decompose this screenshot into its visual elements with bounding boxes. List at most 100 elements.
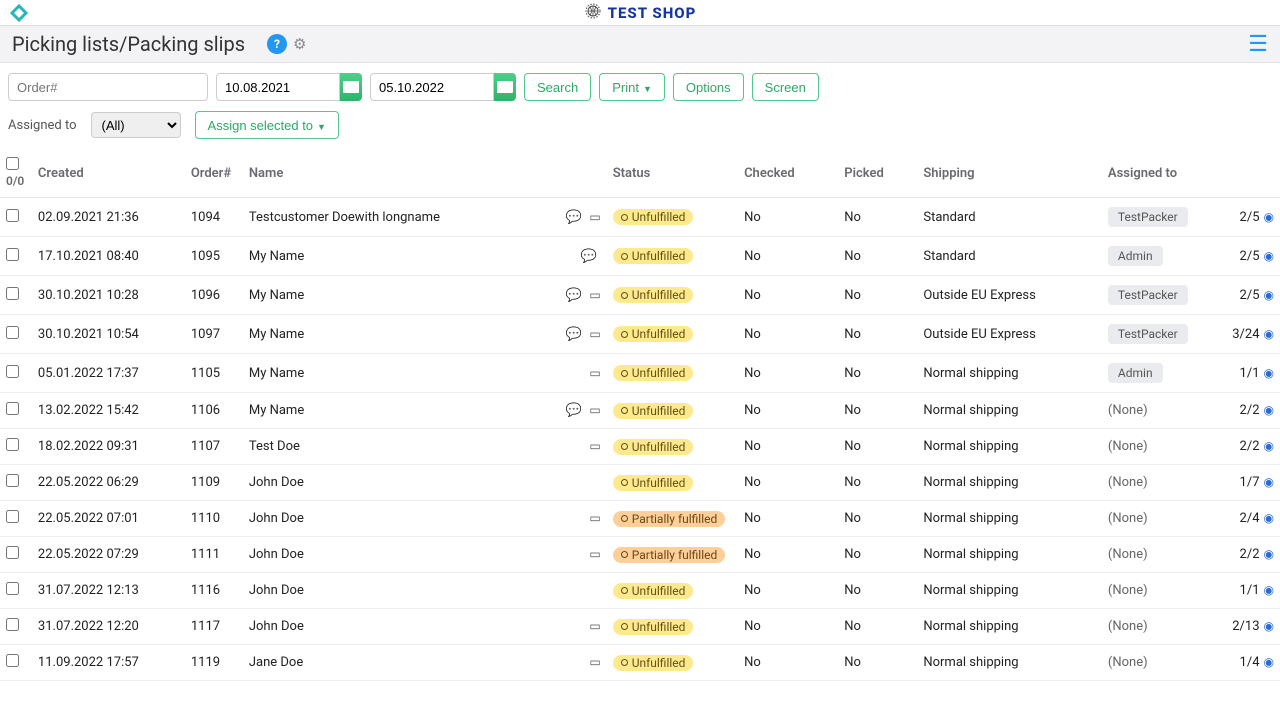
table-row[interactable]: 22.05.2022 07:29 1111 John Doe ▭ Partial…: [0, 537, 1280, 573]
comment-icon[interactable]: 💬: [581, 249, 597, 264]
table-row[interactable]: 17.10.2021 08:40 1095 My Name 💬 Unfulfil…: [0, 237, 1280, 276]
date-from-input[interactable]: [216, 73, 340, 101]
note-icon[interactable]: ▭: [589, 288, 600, 302]
assigned-none: (None): [1108, 547, 1148, 562]
select-all-checkbox[interactable]: [6, 157, 19, 170]
assigned-none: (None): [1108, 655, 1148, 670]
cell-checked: No: [738, 573, 838, 609]
status-pill: Unfulfilled: [613, 326, 694, 342]
note-icon[interactable]: ▭: [589, 403, 600, 417]
header-order[interactable]: Order#: [185, 149, 243, 198]
table-row[interactable]: 02.09.2021 21:36 1094 Testcustomer Doewi…: [0, 198, 1280, 237]
note-icon[interactable]: ▭: [589, 655, 600, 669]
header-assigned[interactable]: Assigned to: [1102, 149, 1223, 198]
header-checked[interactable]: Checked: [738, 149, 838, 198]
row-checkbox[interactable]: [6, 474, 19, 487]
header-shipping[interactable]: Shipping: [917, 149, 1102, 198]
table-row[interactable]: 30.10.2021 10:28 1096 My Name 💬 ▭ Unfulf…: [0, 276, 1280, 315]
search-button[interactable]: Search: [524, 73, 591, 101]
calendar-from-icon[interactable]: [340, 73, 362, 101]
cell-checked: No: [738, 465, 838, 501]
header-status[interactable]: Status: [607, 149, 738, 198]
table-row[interactable]: 22.05.2022 07:01 1110 John Doe ▭ Partial…: [0, 501, 1280, 537]
app-logo-icon[interactable]: [8, 4, 30, 26]
table-row[interactable]: 11.09.2022 17:57 1119 Jane Doe ▭ Unfulfi…: [0, 645, 1280, 681]
cell-name: John Doe: [243, 537, 559, 573]
eye-icon[interactable]: ◉: [1264, 547, 1274, 561]
cell-checked: No: [738, 429, 838, 465]
table-row[interactable]: 31.07.2022 12:13 1116 John Doe Unfulfill…: [0, 573, 1280, 609]
status-pill: Unfulfilled: [613, 439, 694, 455]
comment-icon[interactable]: 💬: [566, 403, 582, 418]
comment-icon[interactable]: 💬: [566, 210, 582, 225]
assigned-none: (None): [1108, 619, 1148, 634]
note-icon[interactable]: ▭: [589, 511, 600, 525]
row-checkbox[interactable]: [6, 618, 19, 631]
cell-name: Jane Doe: [243, 645, 559, 681]
cell-picked: No: [838, 429, 917, 465]
assigned-to-label: Assigned to: [8, 118, 77, 133]
eye-icon[interactable]: ◉: [1264, 249, 1274, 263]
row-checkbox[interactable]: [6, 546, 19, 559]
note-icon[interactable]: ▭: [589, 619, 600, 633]
note-icon[interactable]: ▭: [589, 366, 600, 380]
gear-icon[interactable]: ⚙: [293, 35, 306, 53]
note-icon[interactable]: ▭: [589, 327, 600, 341]
eye-icon[interactable]: ◉: [1264, 583, 1274, 597]
row-checkbox[interactable]: [6, 287, 19, 300]
row-checkbox[interactable]: [6, 326, 19, 339]
cell-created: 22.05.2022 07:29: [32, 537, 185, 573]
row-checkbox[interactable]: [6, 582, 19, 595]
print-button[interactable]: Print▼: [599, 73, 665, 101]
eye-icon[interactable]: ◉: [1264, 288, 1274, 302]
comment-icon[interactable]: 💬: [566, 288, 582, 303]
ratio-text: 2/5: [1240, 249, 1260, 264]
row-checkbox[interactable]: [6, 209, 19, 222]
row-checkbox[interactable]: [6, 248, 19, 261]
header-created[interactable]: Created: [32, 149, 185, 198]
cell-name: Test Doe: [243, 429, 559, 465]
eye-icon[interactable]: ◉: [1264, 403, 1274, 417]
eye-icon[interactable]: ◉: [1264, 655, 1274, 669]
options-button[interactable]: Options: [673, 73, 744, 101]
note-icon[interactable]: ▭: [589, 547, 600, 561]
row-checkbox[interactable]: [6, 365, 19, 378]
assign-selected-button[interactable]: Assign selected to▼: [195, 111, 339, 139]
cell-shipping: Outside EU Express: [917, 276, 1102, 315]
note-icon[interactable]: ▭: [589, 210, 600, 224]
eye-icon[interactable]: ◉: [1264, 439, 1274, 453]
assigned-to-select[interactable]: (All): [91, 112, 181, 138]
eye-icon[interactable]: ◉: [1264, 619, 1274, 633]
cell-created: 13.02.2022 15:42: [32, 393, 185, 429]
comment-icon[interactable]: 💬: [566, 327, 582, 342]
row-checkbox[interactable]: [6, 654, 19, 667]
note-icon[interactable]: ▭: [589, 439, 600, 453]
row-checkbox[interactable]: [6, 402, 19, 415]
assigned-none: (None): [1108, 475, 1148, 490]
eye-icon[interactable]: ◉: [1264, 475, 1274, 489]
table-row[interactable]: 31.07.2022 12:20 1117 John Doe ▭ Unfulfi…: [0, 609, 1280, 645]
table-row[interactable]: 22.05.2022 06:29 1109 John Doe Unfulfill…: [0, 465, 1280, 501]
cell-created: 31.07.2022 12:13: [32, 573, 185, 609]
table-row[interactable]: 18.02.2022 09:31 1107 Test Doe ▭ Unfulfi…: [0, 429, 1280, 465]
menu-icon[interactable]: ☰: [1248, 32, 1268, 57]
calendar-to-icon[interactable]: [494, 73, 516, 101]
eye-icon[interactable]: ◉: [1264, 511, 1274, 525]
date-to-input[interactable]: [370, 73, 494, 101]
cell-name: John Doe: [243, 465, 559, 501]
table-row[interactable]: 13.02.2022 15:42 1106 My Name 💬 ▭ Unfulf…: [0, 393, 1280, 429]
table-row[interactable]: 05.01.2022 17:37 1105 My Name ▭ Unfulfil…: [0, 354, 1280, 393]
eye-icon[interactable]: ◉: [1264, 327, 1274, 341]
row-checkbox[interactable]: [6, 438, 19, 451]
help-icon[interactable]: ?: [267, 34, 287, 54]
header-picked[interactable]: Picked: [838, 149, 917, 198]
header-name[interactable]: Name: [243, 149, 559, 198]
eye-icon[interactable]: ◉: [1264, 366, 1274, 380]
table-row[interactable]: 30.10.2021 10:54 1097 My Name 💬 ▭ Unfulf…: [0, 315, 1280, 354]
globe-icon: [584, 2, 602, 24]
cell-checked: No: [738, 237, 838, 276]
screen-button[interactable]: Screen: [752, 73, 819, 101]
row-checkbox[interactable]: [6, 510, 19, 523]
order-input[interactable]: [8, 73, 208, 101]
eye-icon[interactable]: ◉: [1264, 210, 1274, 224]
